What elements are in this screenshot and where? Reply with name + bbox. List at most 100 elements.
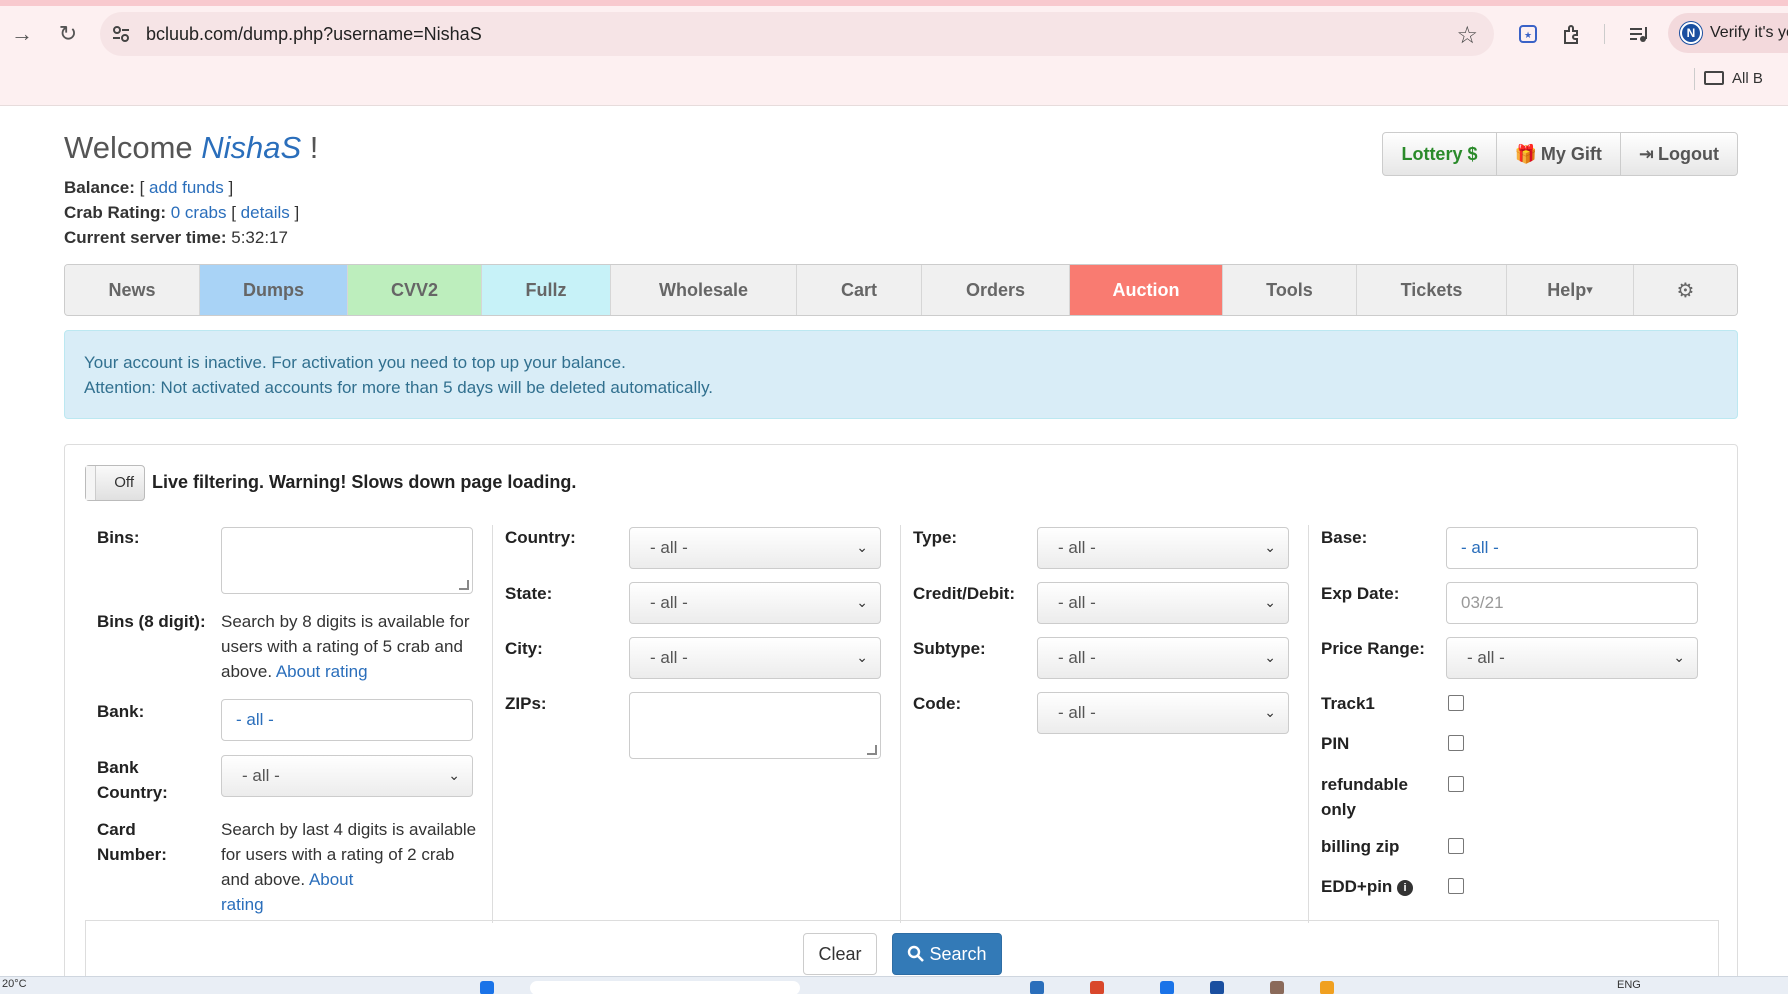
my-gift-button[interactable]: 🎁 My Gift: [1497, 133, 1621, 175]
url-text[interactable]: bcluub.com/dump.php?username=NishaS: [146, 24, 482, 45]
track1-label: Track1: [1321, 694, 1375, 713]
taskbar-app-icon-2[interactable]: [1160, 981, 1174, 994]
menu-item-cart[interactable]: Cart: [797, 265, 922, 315]
country-value: - all -: [650, 538, 688, 557]
pin-checkbox[interactable]: [1448, 735, 1464, 751]
svg-text:★: ★: [1524, 31, 1532, 41]
live-filter-toggle[interactable]: Off: [85, 465, 145, 501]
about-rating-link[interactable]: About rating: [276, 662, 368, 681]
taskbar-search-box[interactable]: [530, 981, 800, 994]
rating-link[interactable]: rating: [221, 895, 264, 914]
refundable-checkbox[interactable]: [1448, 776, 1464, 792]
bookmarks-separator: [1694, 68, 1695, 90]
chevron-down-icon: ⌄: [1264, 649, 1276, 665]
settings-gear-button[interactable]: ⚙: [1634, 265, 1737, 315]
media-queue-icon[interactable]: [1624, 20, 1652, 48]
welcome-heading: Welcome NishaS !: [64, 130, 318, 166]
bank-input[interactable]: - all -: [221, 699, 473, 741]
add-funds-link[interactable]: add funds: [149, 178, 224, 197]
menu-item-orders[interactable]: Orders: [922, 265, 1070, 315]
balance-label: Balance:: [64, 178, 135, 197]
base-input[interactable]: - all -: [1446, 527, 1698, 569]
about-rating-link-2[interactable]: About: [309, 870, 353, 889]
alert-line-1: Your account is inactive. For activation…: [84, 353, 626, 372]
menu-item-fullz[interactable]: Fullz: [482, 265, 611, 315]
menu-item-label: Orders: [965, 279, 1026, 300]
city-select[interactable]: - all - ⌄: [629, 637, 881, 679]
search-button[interactable]: Search: [892, 933, 1002, 975]
reload-icon[interactable]: ↻: [52, 18, 84, 50]
forward-icon[interactable]: →: [6, 18, 38, 50]
subtype-select[interactable]: - all - ⌄: [1037, 637, 1289, 679]
menu-item-tools[interactable]: Tools: [1223, 265, 1357, 315]
column-divider: [900, 525, 901, 923]
bins-textarea[interactable]: [221, 527, 473, 594]
caret-down-icon: ▾: [1586, 282, 1593, 297]
zips-textarea[interactable]: [629, 692, 881, 759]
country-label: Country:: [505, 528, 576, 547]
logout-button[interactable]: ⇥ Logout: [1621, 133, 1737, 175]
all-bookmarks[interactable]: All B: [1694, 68, 1763, 90]
profile-button[interactable]: N Verify it's yo: [1668, 13, 1788, 53]
menu-item-cvv2[interactable]: CVV2: [348, 265, 482, 315]
bank-label: Bank:: [97, 702, 145, 721]
bookmark-star-icon[interactable]: ☆: [1456, 21, 1478, 50]
code-value: - all -: [1058, 703, 1096, 722]
bank-country-select[interactable]: - all - ⌄: [221, 755, 473, 797]
code-select[interactable]: - all - ⌄: [1037, 692, 1289, 734]
menu-item-news[interactable]: News: [65, 265, 200, 315]
site-settings-icon[interactable]: [110, 23, 132, 45]
menu-item-help[interactable]: Help ▾: [1507, 265, 1634, 315]
mail-app-icon[interactable]: [1090, 981, 1104, 994]
refundable-label-line-1: refundable: [1321, 775, 1408, 794]
os-taskbar: 20°C ENG: [0, 976, 1788, 994]
bank-country-label-line-1: Bank: [97, 758, 139, 777]
details-link[interactable]: details: [241, 203, 290, 222]
menu-item-tickets[interactable]: Tickets: [1357, 265, 1507, 315]
exp-date-input[interactable]: 03/21: [1446, 582, 1698, 624]
state-select[interactable]: - all - ⌄: [629, 582, 881, 624]
crab-rating-line: Crab Rating: 0 crabs [ details ]: [64, 203, 300, 222]
info-icon[interactable]: i: [1397, 880, 1414, 896]
logout-label: Logout: [1658, 143, 1719, 164]
menu-item-auction[interactable]: Auction: [1070, 265, 1223, 315]
language-indicator[interactable]: ENG: [1617, 979, 1641, 991]
all-bookmarks-label: All B: [1732, 70, 1763, 87]
tab-strip: [0, 0, 1788, 6]
server-time-value: 5:32:17: [231, 228, 288, 247]
track1-checkbox[interactable]: [1448, 695, 1464, 711]
bank-country-label-line-2: Country:: [97, 783, 168, 802]
edd-pin-checkbox[interactable]: [1448, 878, 1464, 894]
clear-button[interactable]: Clear: [803, 933, 877, 975]
edd-pin-label: EDD+pin i: [1321, 874, 1414, 899]
taskbar-app-icon[interactable]: [1030, 981, 1044, 994]
menu-item-wholesale[interactable]: Wholesale: [611, 265, 797, 315]
credit-debit-select[interactable]: - all - ⌄: [1037, 582, 1289, 624]
balance-line: Balance: [ add funds ]: [64, 178, 234, 197]
chevron-down-icon: ⌄: [1264, 704, 1276, 720]
puzzle-extensions-icon[interactable]: [1558, 20, 1586, 48]
crabs-link[interactable]: 0 crabs: [171, 203, 227, 222]
price-range-select[interactable]: - all - ⌄: [1446, 637, 1698, 679]
menu-item-dumps[interactable]: Dumps: [200, 265, 348, 315]
lottery-button[interactable]: Lottery $: [1383, 133, 1497, 175]
browser-chrome: → ↻ bcluub.com/dump.php?username=NishaS …: [0, 0, 1788, 106]
type-select[interactable]: - all - ⌄: [1037, 527, 1289, 569]
windows-start-icon[interactable]: [480, 981, 494, 994]
username: NishaS: [201, 130, 302, 165]
taskbar-app-icon-3[interactable]: [1270, 981, 1284, 994]
country-select[interactable]: - all - ⌄: [629, 527, 881, 569]
browser-app-icon[interactable]: [1210, 981, 1224, 994]
chrome-app-icon[interactable]: [1320, 981, 1334, 994]
bank-country-value: - all -: [242, 766, 280, 785]
credit-debit-label: Credit/Debit:: [913, 584, 1015, 603]
welcome-suffix: !: [301, 130, 319, 165]
billing-zip-checkbox[interactable]: [1448, 838, 1464, 854]
extension-icon[interactable]: ★: [1514, 20, 1542, 48]
city-value: - all -: [650, 648, 688, 667]
chevron-down-icon: ⌄: [856, 539, 868, 555]
refundable-label: refundable only: [1321, 772, 1408, 822]
address-bar[interactable]: bcluub.com/dump.php?username=NishaS ☆: [100, 12, 1494, 56]
search-icon: [908, 945, 925, 962]
subtype-value: - all -: [1058, 648, 1096, 667]
